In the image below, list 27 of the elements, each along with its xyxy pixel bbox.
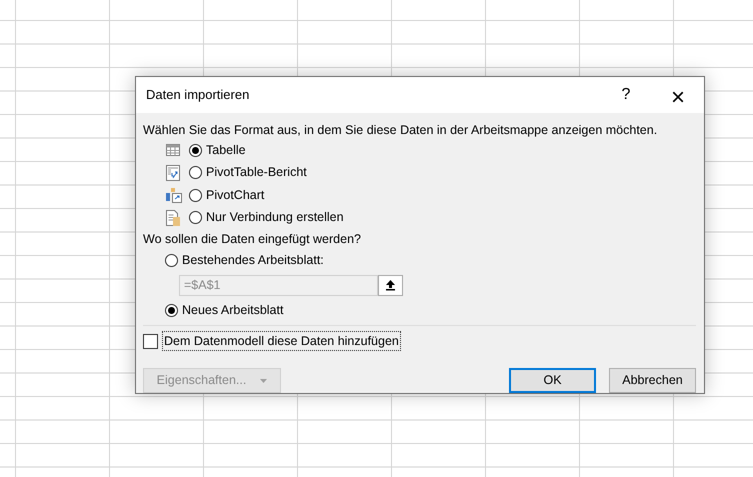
option-label[interactable]: Nur Verbindung erstellen	[206, 208, 344, 228]
ok-button[interactable]: OK	[509, 368, 596, 393]
checkbox-label[interactable]: Dem Datenmodell diese Daten hinzufügen	[162, 330, 401, 352]
pivot-chart-icon	[165, 186, 183, 204]
field-value: =$A$1	[184, 276, 220, 294]
collapse-button[interactable]	[378, 274, 403, 296]
option-label[interactable]: Tabelle	[206, 140, 246, 160]
document-icon	[165, 208, 181, 227]
table-icon	[165, 142, 181, 158]
window-title: Daten importieren	[146, 86, 250, 104]
cancel-button[interactable]: Abbrechen	[609, 368, 696, 393]
caret-icon	[260, 378, 268, 382]
option-label[interactable]: Neues Arbeitsblatt	[182, 300, 284, 320]
option-label[interactable]: PivotTable-Bericht	[206, 163, 307, 182]
close-button[interactable]: ×	[658, 80, 698, 110]
format-prompt: Wählen Sie das Format aus, in dem Sie diese Daten in der Arbeitsmappe anzeigen möchten.	[143, 122, 658, 139]
radio-button[interactable]	[189, 144, 202, 157]
radio-button[interactable]	[189, 166, 202, 180]
radio-button[interactable]	[165, 304, 178, 316]
option-label[interactable]: PivotChart	[206, 186, 264, 205]
pivot-table-icon	[165, 164, 181, 182]
checkbox[interactable]	[143, 334, 158, 348]
radio-button[interactable]	[189, 211, 202, 224]
location-prompt: Wo sollen die Daten eingefügt werden?	[143, 231, 362, 248]
help-button[interactable]: ?	[606, 80, 646, 110]
upload-arrow-icon	[385, 279, 396, 291]
radio-button[interactable]	[189, 188, 202, 202]
